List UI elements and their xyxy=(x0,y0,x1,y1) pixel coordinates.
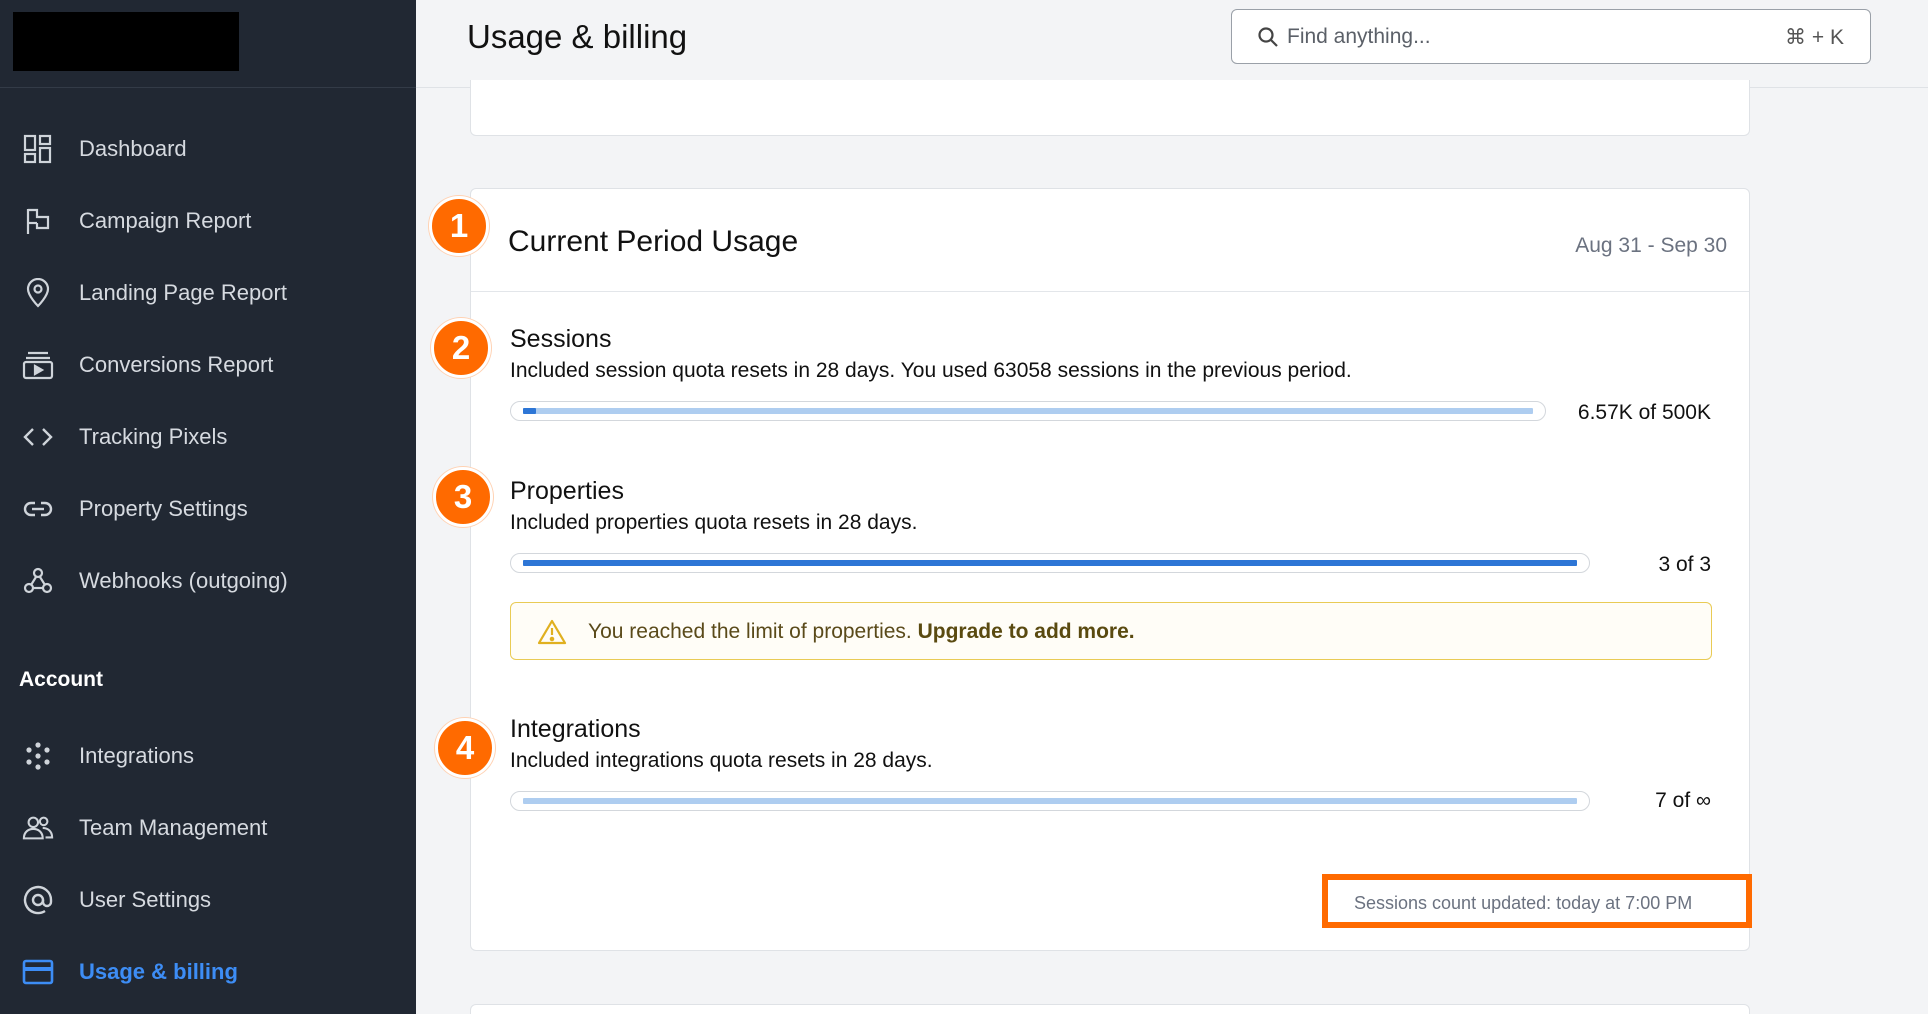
integrations-progress-bar xyxy=(510,791,1590,811)
annotation-badge-2: 2 xyxy=(431,318,491,378)
sidebar-item-label: Tracking Pixels xyxy=(79,424,228,449)
sidebar-item-team-management[interactable]: Team Management xyxy=(0,800,416,856)
billing-period: Aug 31 - Sep 30 xyxy=(1575,234,1727,257)
sessions-title: Sessions xyxy=(510,325,612,353)
properties-progress-track xyxy=(523,560,1577,566)
sidebar-item-webhooks[interactable]: Webhooks (outgoing) xyxy=(0,553,416,609)
sidebar-item-conversions-report[interactable]: Conversions Report xyxy=(0,337,416,393)
video-stack-icon xyxy=(22,349,54,381)
warning-message: You reached the limit of properties. Upg… xyxy=(588,620,1135,644)
sessions-progress-bar xyxy=(510,401,1546,421)
link-icon xyxy=(22,493,54,525)
properties-progress-bar xyxy=(510,553,1590,573)
sidebar-item-label: Team Management xyxy=(79,815,268,840)
next-card xyxy=(470,1004,1750,1014)
sidebar-item-campaign-report[interactable]: Campaign Report xyxy=(0,193,416,249)
sessions-updated-text: Sessions count updated: today at 7:00 PM xyxy=(1354,893,1693,913)
account-section-title: Account xyxy=(19,668,103,691)
page-title: Usage & billing xyxy=(467,18,688,55)
flag-icon xyxy=(22,205,54,237)
sidebar-item-label: Integrations xyxy=(79,743,194,768)
sidebar-item-landing-page-report[interactable]: Landing Page Report xyxy=(0,265,416,321)
upgrade-link[interactable]: Upgrade to add more. xyxy=(918,620,1135,643)
annotation-badge-4: 4 xyxy=(435,718,495,778)
sidebar-item-integrations[interactable]: Integrations xyxy=(0,728,416,784)
properties-progress-fill xyxy=(523,560,1577,566)
sidebar-item-label: Property Settings xyxy=(79,496,248,521)
properties-usage-value: 3 of 3 xyxy=(1658,553,1711,576)
card-divider xyxy=(471,291,1749,292)
sidebar-item-label: Dashboard xyxy=(79,136,187,161)
sidebar-divider xyxy=(0,87,416,88)
warning-icon xyxy=(537,619,567,650)
credit-card-icon xyxy=(22,956,54,988)
sidebar-item-tracking-pixels[interactable]: Tracking Pixels xyxy=(0,409,416,465)
code-icon xyxy=(22,421,54,453)
sidebar: Dashboard Campaign Report Landing Page R… xyxy=(0,0,416,1014)
sessions-progress-fill xyxy=(523,408,536,414)
integrations-description: Included integrations quota resets in 28… xyxy=(510,749,933,772)
current-period-usage-card: Current Period Usage Aug 31 - Sep 30 Ses… xyxy=(470,188,1750,951)
integrations-usage-value: 7 of ∞ xyxy=(1655,789,1711,812)
sidebar-item-property-settings[interactable]: Property Settings xyxy=(0,481,416,537)
dashboard-icon xyxy=(22,133,54,165)
sidebar-item-user-settings[interactable]: User Settings xyxy=(0,872,416,928)
integrations-title: Integrations xyxy=(510,715,641,743)
integrations-progress-track xyxy=(523,798,1577,804)
card-title: Current Period Usage xyxy=(508,225,799,258)
annotation-badge-1: 1 xyxy=(429,196,489,256)
sidebar-item-label: Landing Page Report xyxy=(79,280,287,305)
previous-card xyxy=(470,80,1750,136)
sessions-description: Included session quota resets in 28 days… xyxy=(510,359,1352,382)
warning-text: You reached the limit of properties. xyxy=(588,620,912,643)
users-icon xyxy=(22,812,54,844)
dots-grid-icon xyxy=(22,740,54,772)
sidebar-item-usage-billing[interactable]: Usage & billing xyxy=(0,944,416,1000)
search-input[interactable] xyxy=(1287,22,1757,52)
sidebar-item-label: Usage & billing xyxy=(79,959,238,984)
at-sign-icon xyxy=(22,884,54,916)
sidebar-item-label: Conversions Report xyxy=(79,352,274,377)
sessions-progress-track xyxy=(523,408,1533,414)
properties-title: Properties xyxy=(510,477,624,505)
annotation-badge-3: 3 xyxy=(433,467,493,527)
sidebar-item-label: User Settings xyxy=(79,887,212,912)
sessions-usage-value: 6.57K of 500K xyxy=(1577,401,1711,424)
sidebar-item-label: Webhooks (outgoing) xyxy=(79,568,288,593)
map-pin-icon xyxy=(22,277,54,309)
search-shortcut-hint: ⌘ + K xyxy=(1785,26,1844,49)
sidebar-item-label: Campaign Report xyxy=(79,208,252,233)
search-box[interactable]: ⌘ + K xyxy=(1231,9,1871,64)
properties-limit-warning: You reached the limit of properties. Upg… xyxy=(510,602,1712,660)
search-icon xyxy=(1257,26,1279,53)
sidebar-item-dashboard[interactable]: Dashboard xyxy=(0,121,416,177)
webhook-icon xyxy=(22,565,54,597)
logo[interactable] xyxy=(13,12,239,71)
sessions-updated-note: Sessions count updated: today at 7:00 PM xyxy=(1322,874,1752,928)
properties-description: Included properties quota resets in 28 d… xyxy=(510,511,918,534)
top-header: Usage & billing ⌘ + K xyxy=(416,0,1928,88)
